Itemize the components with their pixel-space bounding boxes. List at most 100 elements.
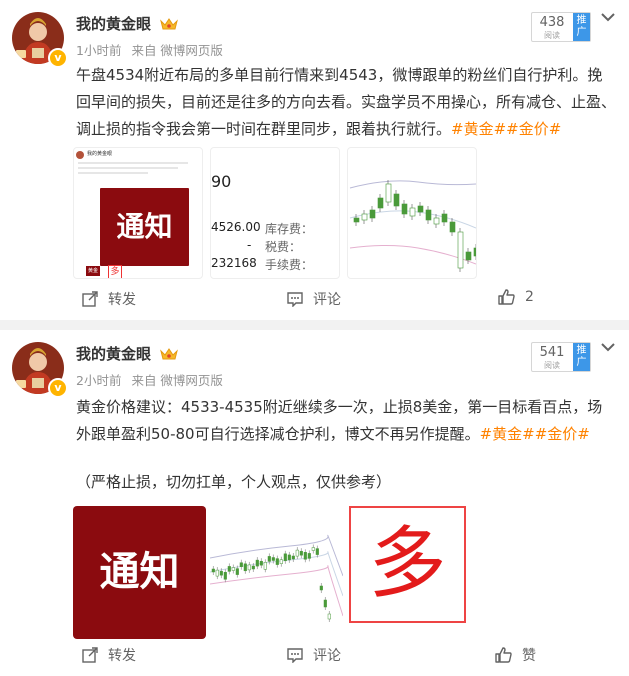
comment-label: 评论 [313, 648, 341, 664]
candle [457, 231, 464, 269]
mini-avatar [76, 151, 84, 159]
candle [465, 251, 472, 261]
mini-author-name: 我的黄金眼 [87, 151, 113, 157]
trade-label: 税费： [265, 240, 302, 254]
share-button[interactable]: 转发 [82, 289, 136, 309]
candle [263, 562, 267, 570]
share-label: 转发 [108, 292, 136, 308]
candle [243, 563, 247, 572]
candle [361, 213, 368, 221]
candle [295, 549, 299, 557]
post-time[interactable]: 2小时前 [76, 373, 121, 388]
image-thumbnail-3[interactable] [347, 147, 477, 279]
candle [227, 566, 231, 572]
candle [231, 567, 235, 571]
candle [223, 572, 227, 580]
comment-icon [287, 648, 303, 663]
chevron-down-icon[interactable] [601, 12, 615, 22]
candle [433, 217, 440, 225]
author-name-text[interactable]: 我的黄金眼 [76, 15, 151, 33]
comment-label: 评论 [313, 292, 341, 308]
candle [239, 562, 243, 567]
candle [353, 217, 360, 223]
mini-text-line [78, 172, 148, 174]
candle [449, 221, 456, 233]
candle [251, 565, 255, 570]
trade-value: 4526.00 [211, 220, 261, 234]
read-count-label: 阅读 [544, 31, 560, 40]
candle [235, 568, 239, 575]
candle [255, 559, 259, 567]
promote-button[interactable]: 推广 [573, 13, 590, 41]
read-count: 438 [539, 15, 565, 30]
band-line [349, 245, 476, 265]
mini-text-line [78, 167, 178, 169]
promote-button[interactable]: 推广 [573, 343, 590, 371]
comment-button[interactable]: 评论 [287, 289, 341, 309]
author-name[interactable]: 我的黄金眼 [76, 13, 179, 34]
candle [287, 554, 291, 561]
author-name-text[interactable]: 我的黄金眼 [76, 345, 151, 363]
mini-duo-icon: 多 [108, 265, 122, 278]
candle [473, 247, 476, 257]
read-count-label: 阅读 [544, 361, 560, 370]
candle [315, 548, 319, 555]
candle [259, 560, 263, 566]
share-button[interactable]: 转发 [82, 645, 136, 665]
post-meta: 1小时前 来自 微博网页版 [76, 40, 223, 59]
share-label: 转发 [108, 648, 136, 664]
comment-button[interactable]: 评论 [287, 645, 341, 665]
post-action-bar: 转发 评论 2 [0, 289, 629, 315]
candle [319, 585, 323, 591]
candle [215, 569, 219, 577]
verified-badge-icon: v [48, 48, 68, 68]
candle [409, 207, 416, 217]
like-count: 2 [525, 289, 534, 305]
band-line [210, 565, 343, 617]
post-action-bar: 转发 评论 赞 [0, 645, 629, 671]
notice-image[interactable]: 通知 [73, 506, 206, 639]
candle [393, 193, 400, 207]
like-button[interactable]: 2 [498, 289, 534, 305]
comment-icon [287, 292, 303, 307]
candle [219, 570, 223, 576]
share-icon [82, 647, 98, 663]
hashtag-link[interactable]: #黄金##金价# [480, 425, 590, 443]
hashtag-link[interactable]: #黄金##金价# [451, 120, 561, 138]
candle [417, 205, 424, 213]
image-thumbnail-2[interactable]: 90 4526.00 库存费： - 税费： 232168 手续费： [210, 147, 340, 279]
trade-label: 库存费： [265, 222, 314, 236]
candle [311, 547, 315, 551]
candle [291, 555, 295, 560]
verified-badge-icon: v [48, 378, 68, 398]
candle [211, 568, 215, 573]
like-button[interactable]: 赞 [495, 645, 536, 665]
mini-text-line [78, 162, 188, 164]
read-count: 541 [539, 345, 565, 360]
post-text: 黄金价格建议：4533-4535附近继续多一次，止损8美金，第一目标看百点，场外… [76, 394, 616, 448]
post-separator [0, 320, 629, 330]
candle [369, 209, 376, 219]
post-source: 来自 微博网页版 [131, 373, 223, 388]
chevron-down-icon[interactable] [601, 342, 615, 352]
author-name[interactable]: 我的黄金眼 [76, 343, 179, 364]
crown-icon [160, 18, 179, 30]
candle [307, 553, 311, 559]
candle [279, 559, 283, 564]
candle [323, 599, 327, 608]
candle [283, 553, 287, 562]
share-icon [82, 291, 98, 307]
candle [425, 209, 432, 221]
image-thumbnail-1[interactable]: 我的黄金眼 通知 黄金 多 [73, 147, 203, 279]
duo-image[interactable]: 多 [349, 506, 466, 623]
trade-label: 手续费： [265, 258, 314, 272]
candle [247, 564, 251, 571]
candle [401, 203, 408, 215]
candlestick-chart [210, 534, 343, 622]
chart-image[interactable] [210, 506, 343, 639]
post-time[interactable]: 1小时前 [76, 43, 121, 58]
like-label: 赞 [522, 648, 536, 664]
trade-top-value: 90 [211, 172, 232, 191]
post-text: 午盘4534附近布局的多单目前行情来到4543，微博跟单的粉丝们自行护利。挽回早… [76, 62, 616, 143]
weibo-post-2: v 我的黄金眼 2小时前 来自 微博网页版 541 阅读 推广 黄金价格建议：4… [0, 330, 629, 676]
